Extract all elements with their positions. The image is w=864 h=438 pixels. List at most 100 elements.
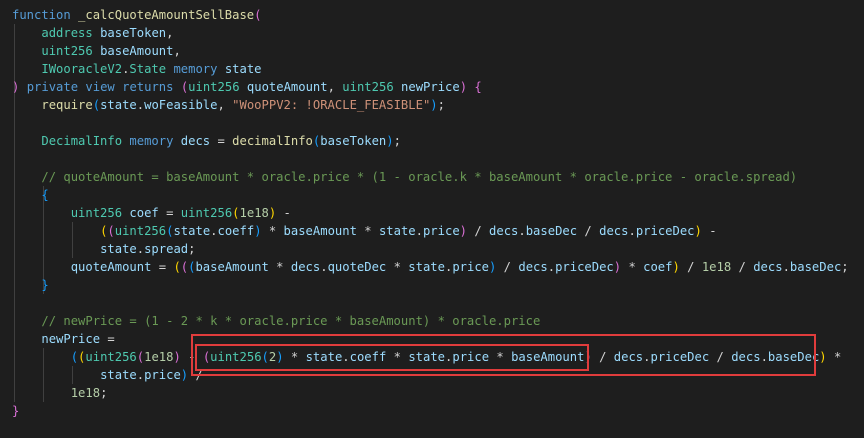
code-token: . bbox=[320, 260, 328, 274]
code-token: uint256 bbox=[114, 224, 167, 238]
code-line[interactable]: uint256 baseAmount, bbox=[12, 42, 180, 60]
code-token: price bbox=[422, 224, 460, 238]
code-token: price bbox=[452, 260, 489, 274]
code-token: * bbox=[386, 260, 409, 274]
code-token: _calcQuoteAmountSellBase bbox=[78, 8, 255, 22]
code-line[interactable]: address baseToken, bbox=[12, 24, 173, 42]
code-token: state bbox=[408, 260, 445, 274]
code-token: newPrice bbox=[401, 80, 460, 94]
code-token: 1e18 bbox=[70, 386, 101, 400]
code-line[interactable]: } bbox=[12, 402, 19, 420]
code-token: baseDec bbox=[789, 260, 842, 274]
code-token: memory bbox=[173, 62, 218, 76]
code-token: , bbox=[166, 26, 174, 40]
code-token: 1e18 bbox=[144, 350, 174, 364]
code-token: ) bbox=[613, 260, 622, 274]
code-token: . bbox=[518, 224, 526, 238]
code-token: uint256 bbox=[188, 80, 240, 94]
code-line[interactable]: require(state.woFeasible, "WooPPV2: !ORA… bbox=[12, 96, 445, 114]
code-token: - bbox=[276, 206, 291, 220]
code-token: state bbox=[100, 242, 137, 256]
code-token: // quoteAmount = baseAmount * oracle.pri… bbox=[41, 170, 798, 184]
code-token: State bbox=[129, 62, 167, 76]
code-token: ) bbox=[430, 98, 438, 112]
code-token: state bbox=[224, 62, 262, 76]
code-token: * bbox=[268, 260, 291, 274]
code-token: quoteAmount bbox=[70, 260, 152, 274]
code-line[interactable]: IWooracleV2.State memory state bbox=[12, 60, 262, 78]
code-token: baseDec bbox=[525, 224, 578, 238]
code-line[interactable]: // newPrice = (1 - 2 * k * oracle.price … bbox=[12, 312, 540, 330]
code-token: , bbox=[327, 80, 343, 94]
code-line[interactable]: { bbox=[12, 186, 49, 204]
code-token: ) bbox=[459, 224, 467, 238]
code-token: memory bbox=[129, 134, 174, 148]
code-line[interactable]: 1e18; bbox=[12, 384, 108, 402]
code-token: / bbox=[496, 260, 519, 274]
code-token: state bbox=[100, 368, 137, 382]
code-token: decs bbox=[753, 260, 783, 274]
code-token: newPrice bbox=[41, 332, 101, 346]
code-token: = bbox=[210, 134, 233, 148]
code-line[interactable]: function _calcQuoteAmountSellBase( bbox=[12, 6, 262, 24]
code-line[interactable]: quoteAmount = (((baseAmount * decs.quote… bbox=[12, 258, 849, 276]
code-token: * bbox=[261, 224, 284, 238]
code-token: // newPrice = (1 - 2 * k * oracle.price … bbox=[41, 314, 541, 328]
code-line[interactable]: uint256 coef = uint256(1e18) - bbox=[12, 204, 291, 222]
code-line[interactable]: // quoteAmount = baseAmount * oracle.pri… bbox=[12, 168, 797, 186]
code-line[interactable]: state.price) / bbox=[12, 366, 203, 384]
code-token: ; bbox=[841, 260, 849, 274]
code-editor[interactable]: function _calcQuoteAmountSellBase( addre… bbox=[0, 0, 864, 438]
code-token: priceDec bbox=[635, 224, 695, 238]
code-token: } bbox=[12, 404, 20, 418]
code-token: ) bbox=[254, 224, 262, 238]
code-token: quoteAmount bbox=[246, 80, 328, 94]
code-token: price bbox=[144, 368, 181, 382]
code-token: decs bbox=[599, 224, 629, 238]
code-token: ( bbox=[136, 350, 145, 364]
code-token: baseAmount bbox=[195, 260, 269, 274]
code-line[interactable]: ((uint256(state.coeff) * baseAmount * st… bbox=[12, 222, 717, 240]
code-line[interactable]: ) private view returns (uint256 quoteAmo… bbox=[12, 78, 482, 96]
code-token: ) bbox=[173, 350, 181, 364]
code-token: 1e18 bbox=[701, 260, 732, 274]
code-token: - bbox=[701, 224, 717, 238]
code-token: decs bbox=[518, 260, 548, 274]
code-line[interactable]: state.spread; bbox=[12, 240, 195, 258]
code-token: . bbox=[210, 224, 218, 238]
code-token: { bbox=[41, 188, 49, 202]
code-line[interactable]: } bbox=[12, 276, 48, 294]
inner-highlight-box bbox=[195, 344, 589, 371]
code-token: baseAmount bbox=[283, 224, 357, 238]
code-token: baseToken bbox=[320, 134, 387, 148]
code-token: ; bbox=[188, 242, 196, 256]
code-line[interactable]: newPrice = bbox=[12, 330, 114, 348]
code-token: woFeasible bbox=[144, 98, 218, 112]
code-line[interactable]: DecimalInfo memory decs = decimalInfo(ba… bbox=[12, 132, 401, 150]
code-token: = bbox=[158, 206, 181, 220]
code-token: decs bbox=[290, 260, 321, 274]
code-token: baseToken bbox=[100, 26, 167, 40]
code-token: , bbox=[217, 98, 233, 112]
code-token: ( bbox=[107, 224, 115, 238]
code-token: uint256 bbox=[85, 350, 137, 364]
code-token: / bbox=[731, 260, 754, 274]
code-token: private bbox=[26, 80, 79, 94]
